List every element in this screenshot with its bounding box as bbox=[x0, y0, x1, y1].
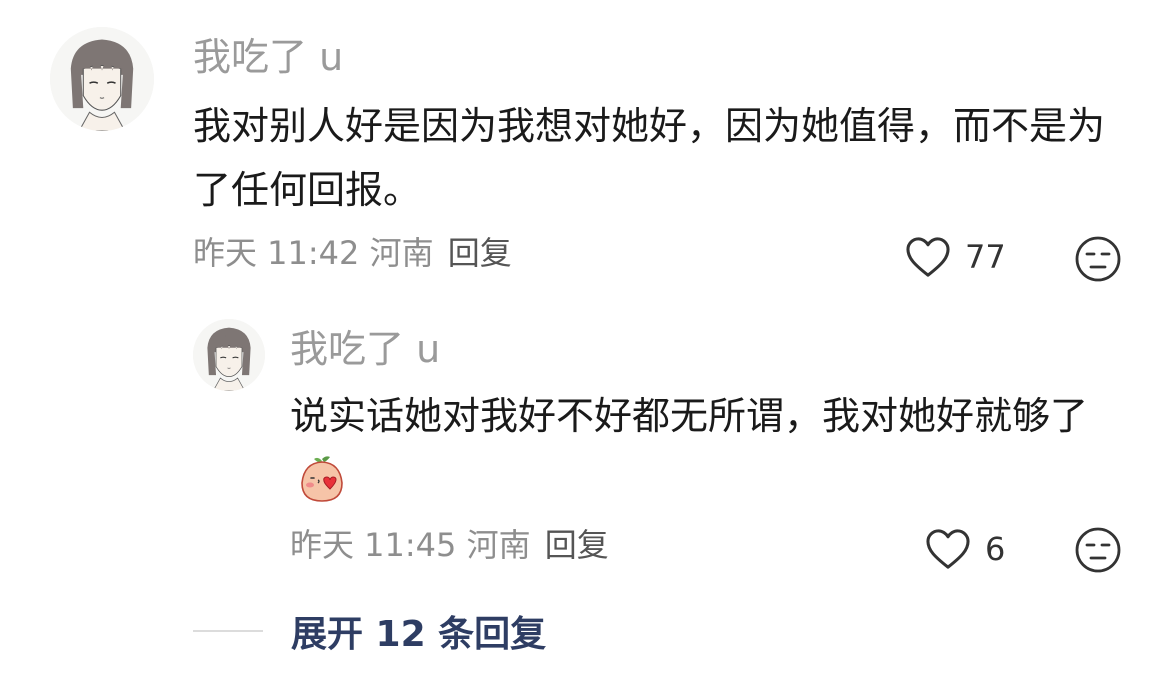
avatar[interactable] bbox=[50, 27, 154, 131]
comment-content: 说实话她对我好不好都无所谓，我对她好就够了 bbox=[290, 384, 1125, 512]
dislike-button[interactable] bbox=[1074, 235, 1122, 287]
comment-time: 昨天 11:45 bbox=[290, 526, 457, 564]
comment-username[interactable]: 我吃了 u bbox=[193, 38, 343, 76]
like-button[interactable]: 6 bbox=[925, 528, 1005, 570]
comment-meta: 昨天 11:45 河南 回复 bbox=[290, 529, 609, 561]
comment-text: 说实话她对我好不好都无所谓，我对她好就够了 bbox=[290, 394, 1089, 438]
avatar[interactable] bbox=[193, 319, 265, 391]
heart-outline-icon bbox=[906, 237, 950, 277]
comment-content: 我对别人好是因为我想对她好，因为她值得，而不是为了任何回报。 bbox=[193, 104, 1106, 212]
expand-divider bbox=[193, 630, 263, 632]
like-count: 77 bbox=[965, 238, 1006, 276]
comment-time: 昨天 11:42 bbox=[193, 234, 360, 272]
expand-replies-label: 展开 12 条回复 bbox=[291, 614, 547, 655]
comment-location: 河南 bbox=[466, 526, 531, 564]
like-count: 6 bbox=[985, 530, 1006, 568]
avatar-anime-girl-icon bbox=[50, 27, 154, 131]
unamused-face-icon bbox=[1075, 527, 1121, 573]
comment-username[interactable]: 我吃了 u bbox=[290, 330, 440, 368]
comment-meta: 昨天 11:42 河南 回复 bbox=[193, 237, 512, 269]
reply-button[interactable]: 回复 bbox=[448, 234, 512, 272]
expand-replies-button[interactable]: 展开 12 条回复 bbox=[193, 605, 546, 657]
like-button[interactable]: 77 bbox=[905, 236, 1006, 278]
heart-outline-icon bbox=[926, 529, 970, 569]
blowing-kiss-peach-emoji bbox=[301, 455, 343, 502]
unamused-face-icon bbox=[1075, 236, 1121, 282]
reply-button[interactable]: 回复 bbox=[545, 526, 609, 564]
comment-location: 河南 bbox=[369, 234, 434, 272]
avatar-anime-girl-icon bbox=[193, 319, 265, 391]
dislike-button[interactable] bbox=[1074, 526, 1122, 578]
